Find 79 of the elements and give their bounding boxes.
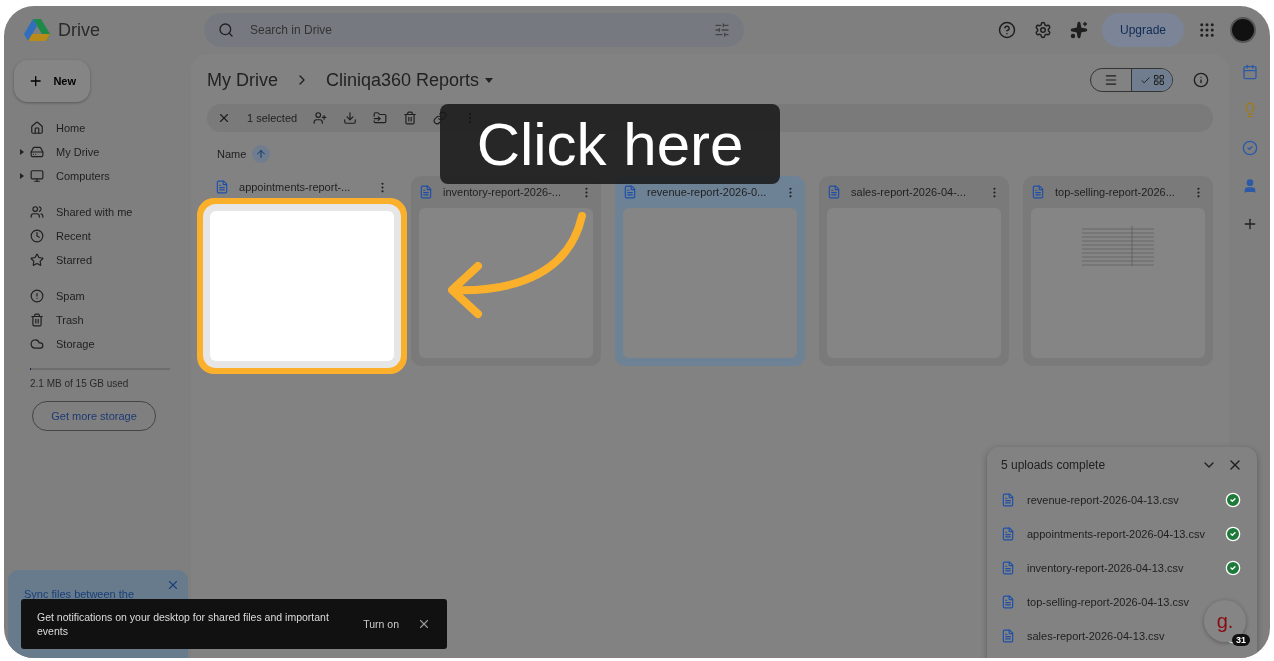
check-icon	[1225, 560, 1241, 576]
file-name: appointments-report-...	[239, 181, 352, 193]
sidebar-item[interactable]: Computers	[56, 170, 110, 182]
upgrade-button[interactable]: Upgrade	[1101, 13, 1184, 47]
file-name: revenue-report-2026-0...	[647, 186, 768, 198]
file-card[interactable]: inventory-report-2026-...	[411, 176, 601, 366]
document-icon	[1031, 185, 1045, 199]
document-icon	[1001, 595, 1015, 609]
file-name: sales-report-2026-04-...	[851, 186, 967, 198]
sidebar-item[interactable]: Starred	[56, 254, 93, 266]
upload-file-name: sales-report-2026-04-13.csv	[1027, 630, 1166, 642]
selection-count: 1 selected	[247, 112, 298, 124]
plus-icon	[28, 73, 44, 89]
toast-text: Get notifications on your desktop for shared files and important events	[37, 610, 330, 638]
avatar[interactable]	[1230, 17, 1256, 43]
document-icon	[1001, 493, 1015, 507]
document-icon	[827, 185, 841, 199]
document-icon	[419, 185, 433, 199]
list-view-icon	[1104, 73, 1118, 87]
expand-caret-icon[interactable]	[20, 173, 24, 179]
document-icon	[1001, 527, 1015, 541]
document-icon	[215, 180, 229, 194]
home-icon	[30, 121, 44, 135]
grid-view-icon	[1152, 74, 1165, 86]
upload-file-name: inventory-report-2026-04-13.csv	[1027, 562, 1185, 574]
sort-label[interactable]: Name	[217, 148, 247, 160]
search-field[interactable]: Search in Drive	[248, 22, 700, 38]
file-name: inventory-report-2026-...	[443, 186, 562, 198]
sidebar-item[interactable]: Spam	[56, 290, 85, 302]
move-icon[interactable]	[373, 111, 388, 125]
sidebar-item[interactable]: Storage	[56, 338, 95, 350]
filter-icon[interactable]	[714, 22, 730, 38]
breadcrumb[interactable]: Cliniqa360 Reports	[326, 69, 480, 91]
trash-icon[interactable]	[403, 111, 418, 125]
expand-caret-icon[interactable]	[20, 149, 24, 155]
clock-icon	[30, 229, 44, 243]
alert-icon	[30, 289, 44, 303]
document-icon	[1001, 561, 1015, 575]
sidebar-item[interactable]: Recent	[56, 230, 91, 242]
app-name: Drive	[58, 19, 100, 41]
sync-text: Sync files between the	[24, 588, 135, 600]
file-name: top-selling-report-2026...	[1055, 186, 1176, 198]
check-icon	[1139, 74, 1151, 86]
sidebar-item[interactable]: Trash	[56, 314, 84, 326]
file-card[interactable]: top-selling-report-2026...	[1023, 176, 1213, 366]
turn-on-button[interactable]: Turn on	[363, 618, 399, 630]
people-icon	[30, 205, 44, 219]
file-card[interactable]: sales-report-2026-04-...	[819, 176, 1009, 366]
computer-icon	[30, 169, 44, 183]
file-card[interactable]: appointments-report-...	[197, 176, 407, 374]
upload-file-name: top-selling-report-2026-04-13.csv	[1027, 596, 1191, 608]
document-icon	[1001, 629, 1015, 643]
new-button[interactable]: New	[14, 60, 90, 102]
sidebar-item[interactable]: Shared with me	[56, 206, 133, 218]
check-icon	[1225, 492, 1241, 508]
drive-icon	[30, 145, 44, 159]
spreadsheet-preview-drawing	[1082, 226, 1154, 268]
click-here-tooltip: Click here	[440, 104, 780, 184]
search-bar[interactable]: Search in Drive	[204, 13, 744, 47]
breadcrumb[interactable]: My Drive	[207, 69, 278, 91]
download-icon[interactable]	[343, 111, 358, 125]
trash-icon	[30, 313, 44, 327]
document-icon	[623, 185, 637, 199]
upload-file-name: appointments-report-2026-04-13.csv	[1027, 528, 1206, 540]
upload-file-name: revenue-report-2026-04-13.csv	[1027, 494, 1180, 506]
uploads-title: 5 uploads complete	[1001, 458, 1107, 472]
check-icon	[1225, 526, 1241, 542]
close-icon[interactable]	[217, 111, 231, 125]
cloud-icon	[30, 337, 44, 351]
sidebar-item[interactable]: Home	[56, 122, 86, 134]
storage-text: 2.1 MB of 15 GB used	[30, 378, 130, 389]
file-card[interactable]: revenue-report-2026-0...	[615, 176, 805, 366]
sidebar-item[interactable]: My Drive	[56, 146, 100, 158]
close-icon[interactable]	[417, 617, 431, 631]
search-icon	[218, 22, 234, 38]
star-icon	[30, 253, 44, 267]
dropdown-caret-icon[interactable]	[485, 77, 494, 83]
share-icon[interactable]	[313, 111, 328, 125]
drive-logo-icon	[24, 19, 50, 41]
